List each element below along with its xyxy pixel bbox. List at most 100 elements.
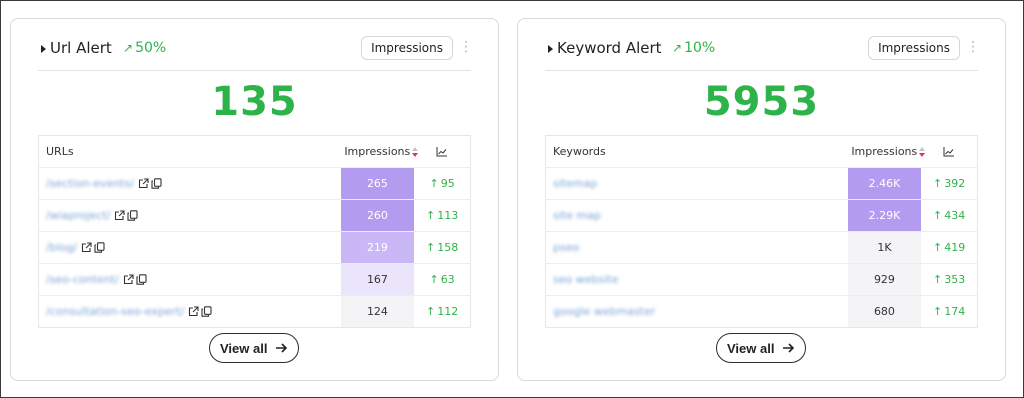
arrow-up-icon: ↑ — [426, 209, 436, 222]
copy-icon[interactable] — [94, 242, 105, 253]
card-header: Keyword Alert ↗ 10% Impressions ⋮ — [545, 35, 980, 71]
row-impressions-cell: 1K — [847, 232, 922, 263]
row-delta-cell: ↑ 434 — [921, 200, 977, 231]
row-name-cell: /section-events/ — [39, 168, 341, 199]
row-delta-cell: ↑ 95 — [414, 168, 470, 199]
trend-indicator: ↗ 50% — [123, 40, 166, 56]
url-alert-card: Url Alert ↗ 50% Impressions ⋮ 135 URLs Im… — [10, 18, 499, 381]
table-header-row: URLs Impressions — [39, 136, 470, 167]
arrow-up-icon: ↑ — [426, 305, 436, 318]
row-link[interactable]: sitemap — [553, 177, 597, 190]
view-all-label: View all — [220, 340, 268, 356]
column-header-label: Impressions — [851, 145, 918, 158]
row-name-cell: /seo-content/ — [39, 264, 341, 295]
row-delta-cell: ↑ 392 — [921, 168, 977, 199]
copy-icon[interactable] — [136, 274, 147, 285]
row-delta-cell: ↑ 174 — [921, 296, 977, 327]
row-name-cell: sitemap — [546, 168, 848, 199]
arrow-up-icon: ↑ — [933, 273, 943, 286]
row-delta-value: 158 — [437, 241, 459, 254]
trend-value: 10% — [684, 40, 716, 56]
arrow-right-icon — [276, 343, 288, 353]
row-link[interactable]: google webmaster — [553, 305, 655, 318]
metric-select-button[interactable]: Impressions — [868, 36, 960, 60]
row-name-cell: google webmaster — [546, 296, 848, 327]
external-link-icon[interactable] — [81, 242, 92, 253]
collapse-caret-icon[interactable] — [548, 45, 553, 53]
collapse-caret-icon[interactable] — [41, 45, 46, 53]
column-header-urls: URLs — [46, 145, 74, 158]
row-link-actions — [188, 306, 212, 317]
row-name-cell: site map — [546, 200, 848, 231]
row-link-actions — [138, 178, 162, 189]
row-delta-value: 113 — [437, 209, 459, 222]
arrow-up-icon: ↑ — [426, 241, 436, 254]
row-delta-value: 392 — [944, 177, 966, 190]
row-link[interactable]: /section-events/ — [46, 177, 134, 190]
external-link-icon[interactable] — [188, 306, 199, 317]
total-count: 135 — [211, 79, 298, 125]
row-delta-value: 434 — [944, 209, 966, 222]
table-row: site map 2.29K ↑ 434 — [546, 199, 977, 231]
row-link[interactable]: site map — [553, 209, 601, 222]
keyword-table: Keywords Impressions sitemap 2.46K ↑ 392 sit… — [545, 135, 978, 328]
view-all-label: View all — [727, 340, 775, 356]
external-link-icon[interactable] — [114, 210, 125, 221]
row-link[interactable]: /consultation-seo-expert/ — [46, 305, 184, 318]
row-impressions-cell: 265 — [340, 168, 415, 199]
row-delta-value: 353 — [944, 273, 966, 286]
table-row: /seo-content/167 ↑ 63 — [39, 263, 470, 295]
line-chart-icon — [436, 146, 448, 156]
row-delta-cell: ↑ 419 — [921, 232, 977, 263]
sort-icon[interactable] — [919, 146, 926, 157]
row-name-cell: seo website — [546, 264, 848, 295]
row-link[interactable]: pseo — [553, 241, 579, 254]
column-header-keywords: Keywords — [553, 145, 606, 158]
more-options-icon[interactable]: ⋮ — [459, 38, 473, 56]
row-link[interactable]: /blog/ — [46, 241, 77, 254]
column-header-impressions[interactable]: Impressions — [340, 136, 419, 167]
row-link-actions — [123, 274, 147, 285]
row-link[interactable]: /seo-content/ — [46, 273, 119, 286]
table-header-row: Keywords Impressions — [546, 136, 977, 167]
table-row: /wiaproject/260 ↑ 113 — [39, 199, 470, 231]
copy-icon[interactable] — [127, 210, 138, 221]
row-link-actions — [114, 210, 138, 221]
table-row: pseo 1K ↑ 419 — [546, 231, 977, 263]
arrow-right-icon — [783, 343, 795, 353]
row-delta-cell: ↑ 353 — [921, 264, 977, 295]
total-count: 5953 — [703, 79, 820, 125]
row-link[interactable]: /wiaproject/ — [46, 209, 110, 222]
column-header-chart[interactable] — [414, 136, 470, 167]
arrow-up-icon: ↑ — [933, 305, 943, 318]
row-name-cell: /wiaproject/ — [39, 200, 341, 231]
sort-icon[interactable] — [412, 146, 419, 157]
view-all-button[interactable]: View all — [209, 333, 300, 363]
row-delta-value: 174 — [944, 305, 966, 318]
card-title: Url Alert — [50, 39, 112, 57]
row-name-cell: /blog/ — [39, 232, 341, 263]
external-link-icon[interactable] — [138, 178, 149, 189]
more-options-icon[interactable]: ⋮ — [966, 38, 980, 56]
row-delta-value: 419 — [944, 241, 966, 254]
row-link[interactable]: seo website — [553, 273, 618, 286]
row-link-actions — [81, 242, 105, 253]
row-name-cell: /consultation-seo-expert/ — [39, 296, 341, 327]
row-delta-cell: ↑ 113 — [414, 200, 470, 231]
column-header-chart[interactable] — [921, 136, 977, 167]
arrow-up-icon: ↑ — [429, 273, 439, 286]
external-link-icon[interactable] — [123, 274, 134, 285]
row-delta-cell: ↑ 63 — [414, 264, 470, 295]
row-impressions-cell: 2.46K — [847, 168, 922, 199]
keyword-alert-card: Keyword Alert ↗ 10% Impressions ⋮ 5953 Ke… — [517, 18, 1006, 381]
metric-select-button[interactable]: Impressions — [361, 36, 453, 60]
column-header-impressions[interactable]: Impressions — [847, 136, 926, 167]
row-impressions-cell: 219 — [340, 232, 415, 263]
view-all-button[interactable]: View all — [716, 333, 807, 363]
copy-icon[interactable] — [151, 178, 162, 189]
arrow-up-icon: ↑ — [429, 177, 439, 190]
column-header-label: Impressions — [344, 145, 411, 158]
trend-value: 50% — [135, 40, 167, 56]
copy-icon[interactable] — [201, 306, 212, 317]
card-title: Keyword Alert — [557, 39, 662, 57]
